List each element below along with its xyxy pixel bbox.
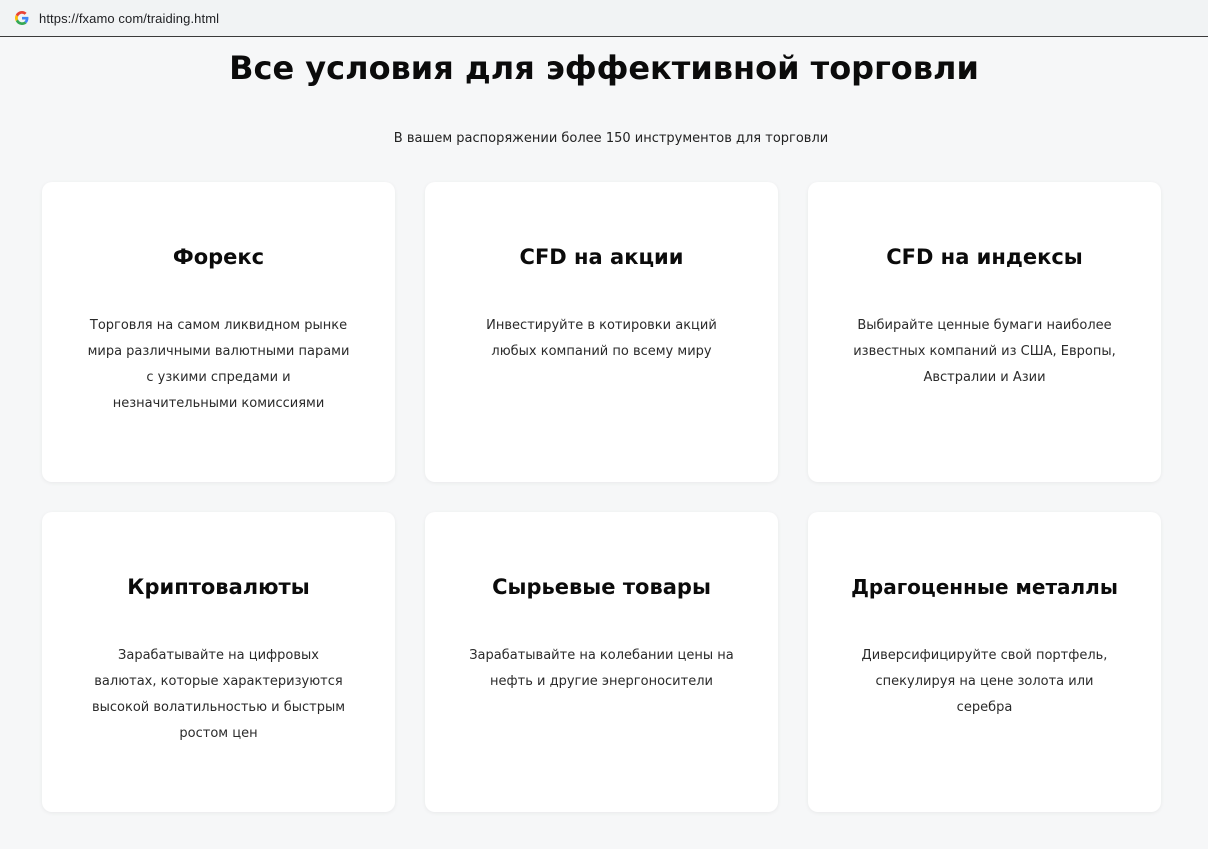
card-title: Форекс [172, 245, 265, 269]
page-subtitle: В вашем распоряжении более 150 инструмен… [393, 131, 829, 146]
card-text: Торговля на самом ликвидном рынке мира р… [87, 318, 350, 411]
page-title: Все условия для эффективной торговли [229, 49, 979, 87]
card-text: Диверсифицируйте свой портфель, спекулир… [861, 648, 1108, 715]
google-g-icon [15, 11, 29, 25]
url-text[interactable]: https://fxamo com/traiding.html [39, 11, 219, 26]
card-commodities: Сырьевые товары Зарабатывайте на колебан… [425, 512, 778, 812]
card-crypto: Криптовалюты Зарабатывайте на цифровых в… [42, 512, 395, 812]
card-title: Сырьевые товары [492, 575, 711, 599]
card-precious-metals: Драгоценные металлы Диверсифицируйте сво… [808, 512, 1161, 812]
card-text: Зарабатывайте на колебании цены на нефть… [469, 648, 734, 689]
card-title: Криптовалюты [127, 575, 310, 599]
card-title: CFD на индексы [886, 245, 1083, 269]
card-text: Зарабатывайте на цифровых валютах, котор… [91, 648, 346, 741]
browser-address-bar[interactable]: https://fxamo com/traiding.html [0, 0, 1208, 37]
card-title: CFD на акции [519, 245, 684, 269]
card-text: Выбирайте ценные бумаги наиболее известн… [853, 318, 1116, 385]
card-cfd-indices: CFD на индексы Выбирайте ценные бумаги н… [808, 182, 1161, 482]
card-text: Инвестируйте в котировки акций любых ком… [486, 318, 717, 359]
card-cfd-stocks: CFD на акции Инвестируйте в котировки ак… [425, 182, 778, 482]
card-title: Драгоценные металлы [851, 575, 1118, 599]
card-forex: Форекс Торговля на самом ликвидном рынке… [42, 182, 395, 482]
